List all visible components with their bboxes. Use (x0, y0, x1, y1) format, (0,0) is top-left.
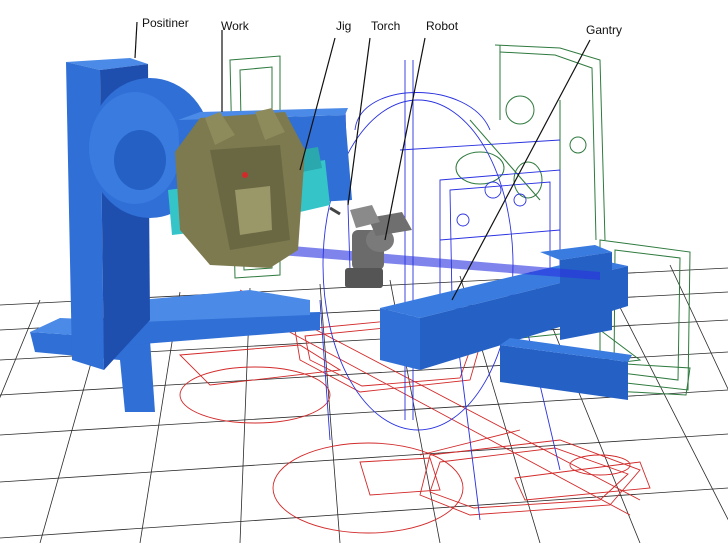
leader-positioner (134, 21, 138, 59)
leader-torch (347, 37, 371, 206)
label-gantry: Gantry (586, 23, 622, 37)
cell-illustration: Positiner Work Jig Torch Robot Gantry (0, 16, 728, 543)
label-torch: Torch (371, 19, 400, 33)
label-work: Work (221, 19, 250, 33)
robot-arm (329, 205, 412, 288)
welding-cell-diagram: Positiner Work Jig Torch Robot Gantry (0, 0, 728, 543)
workpiece (175, 108, 305, 268)
label-robot: Robot (426, 19, 459, 33)
label-jig: Jig (336, 19, 351, 33)
label-positioner: Positiner (142, 16, 189, 30)
gantry-beam (280, 245, 632, 400)
